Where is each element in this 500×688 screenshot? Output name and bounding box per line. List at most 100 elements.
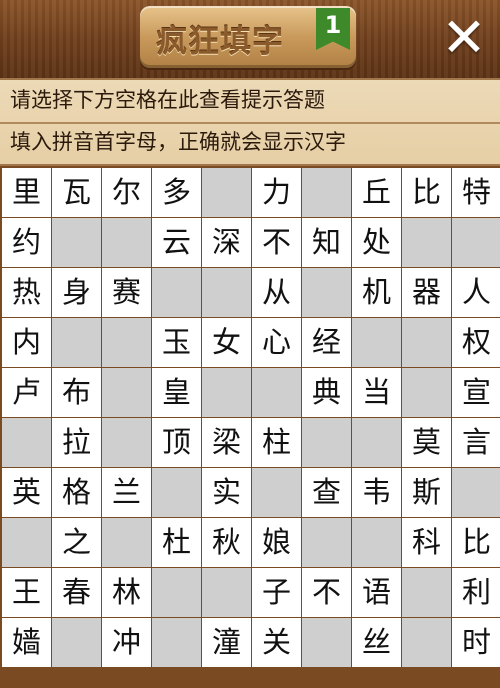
grid-cell-filled[interactable]: 心 xyxy=(252,318,301,367)
grid-cell-filled[interactable]: 卢 xyxy=(2,368,51,417)
grid-cell-filled[interactable]: 不 xyxy=(302,568,351,617)
grid-cell-filled[interactable]: 多 xyxy=(152,168,201,217)
grid-cell-filled[interactable]: 科 xyxy=(402,518,451,567)
grid-cell-filled[interactable]: 林 xyxy=(102,568,151,617)
grid-cell-filled[interactable]: 经 xyxy=(302,318,351,367)
grid-cell-blank[interactable] xyxy=(402,568,451,617)
grid-cell-filled[interactable]: 子 xyxy=(252,568,301,617)
grid-cell-filled[interactable]: 秋 xyxy=(202,518,251,567)
grid-cell-filled[interactable]: 潼 xyxy=(202,618,251,667)
grid-cell-blank[interactable] xyxy=(102,318,151,367)
grid-cell-blank[interactable] xyxy=(52,318,101,367)
grid-cell-filled[interactable]: 拉 xyxy=(52,418,101,467)
grid-cell-blank[interactable] xyxy=(302,618,351,667)
grid-cell-blank[interactable] xyxy=(102,518,151,567)
grid-cell-filled[interactable]: 言 xyxy=(452,418,500,467)
grid-cell-blank[interactable] xyxy=(302,518,351,567)
grid-cell-filled[interactable]: 格 xyxy=(52,468,101,517)
grid-cell-filled[interactable]: 典 xyxy=(302,368,351,417)
grid-cell-filled[interactable]: 里 xyxy=(2,168,51,217)
grid-cell-filled[interactable]: 丘 xyxy=(352,168,401,217)
grid-cell-filled[interactable]: 尔 xyxy=(102,168,151,217)
grid-cell-blank[interactable] xyxy=(152,618,201,667)
grid-cell-filled[interactable]: 约 xyxy=(2,218,51,267)
grid-cell-filled[interactable]: 不 xyxy=(252,218,301,267)
grid-cell-blank[interactable] xyxy=(202,268,251,317)
grid-cell-blank[interactable] xyxy=(302,168,351,217)
grid-cell-blank[interactable] xyxy=(52,218,101,267)
grid-cell-filled[interactable]: 赛 xyxy=(102,268,151,317)
grid-cell-blank[interactable] xyxy=(152,468,201,517)
grid-cell-filled[interactable]: 莫 xyxy=(402,418,451,467)
grid-cell-blank[interactable] xyxy=(302,268,351,317)
grid-cell-blank[interactable] xyxy=(402,218,451,267)
grid-cell-filled[interactable]: 力 xyxy=(252,168,301,217)
grid-cell-blank[interactable] xyxy=(302,418,351,467)
grid-cell-filled[interactable]: 丝 xyxy=(352,618,401,667)
grid-cell-filled[interactable]: 斯 xyxy=(402,468,451,517)
grid-cell-filled[interactable]: 韦 xyxy=(352,468,401,517)
grid-cell-blank[interactable] xyxy=(452,468,500,517)
grid-cell-blank[interactable] xyxy=(2,518,51,567)
grid-cell-filled[interactable]: 皇 xyxy=(152,368,201,417)
grid-cell-filled[interactable]: 兰 xyxy=(102,468,151,517)
grid-cell-blank[interactable] xyxy=(102,368,151,417)
grid-cell-filled[interactable]: 布 xyxy=(52,368,101,417)
grid-cell-filled[interactable]: 比 xyxy=(452,518,500,567)
grid-cell-filled[interactable]: 实 xyxy=(202,468,251,517)
grid-cell-filled[interactable]: 比 xyxy=(402,168,451,217)
grid-cell-filled[interactable]: 深 xyxy=(202,218,251,267)
grid-cell-blank[interactable] xyxy=(402,318,451,367)
grid-cell-filled[interactable]: 人 xyxy=(452,268,500,317)
grid-cell-filled[interactable]: 云 xyxy=(152,218,201,267)
grid-cell-filled[interactable]: 知 xyxy=(302,218,351,267)
grid-cell-blank[interactable] xyxy=(252,468,301,517)
close-button[interactable]: ✕ xyxy=(436,10,492,66)
grid-cell-filled[interactable]: 宣 xyxy=(452,368,500,417)
grid-cell-blank[interactable] xyxy=(152,268,201,317)
grid-cell-blank[interactable] xyxy=(102,418,151,467)
grid-cell-blank[interactable] xyxy=(152,568,201,617)
grid-cell-blank[interactable] xyxy=(252,368,301,417)
grid-cell-filled[interactable]: 机 xyxy=(352,268,401,317)
grid-cell-filled[interactable]: 冲 xyxy=(102,618,151,667)
grid-cell-filled[interactable]: 利 xyxy=(452,568,500,617)
grid-cell-filled[interactable]: 身 xyxy=(52,268,101,317)
grid-cell-filled[interactable]: 权 xyxy=(452,318,500,367)
grid-cell-filled[interactable]: 特 xyxy=(452,168,500,217)
grid-cell-filled[interactable]: 处 xyxy=(352,218,401,267)
grid-cell-filled[interactable]: 女 xyxy=(202,318,251,367)
grid-cell-filled[interactable]: 热 xyxy=(2,268,51,317)
grid-cell-filled[interactable]: 杜 xyxy=(152,518,201,567)
grid-cell-filled[interactable]: 娘 xyxy=(252,518,301,567)
grid-cell-blank[interactable] xyxy=(2,418,51,467)
grid-cell-filled[interactable]: 玉 xyxy=(152,318,201,367)
grid-cell-filled[interactable]: 之 xyxy=(52,518,101,567)
grid-cell-filled[interactable]: 柱 xyxy=(252,418,301,467)
grid-cell-filled[interactable]: 查 xyxy=(302,468,351,517)
grid-cell-blank[interactable] xyxy=(352,418,401,467)
grid-cell-filled[interactable]: 王 xyxy=(2,568,51,617)
grid-cell-blank[interactable] xyxy=(452,218,500,267)
grid-cell-filled[interactable]: 嫱 xyxy=(2,618,51,667)
grid-cell-blank[interactable] xyxy=(202,368,251,417)
grid-cell-blank[interactable] xyxy=(352,318,401,367)
grid-cell-filled[interactable]: 关 xyxy=(252,618,301,667)
grid-cell-blank[interactable] xyxy=(202,568,251,617)
grid-cell-blank[interactable] xyxy=(102,218,151,267)
grid-cell-filled[interactable]: 春 xyxy=(52,568,101,617)
grid-cell-filled[interactable]: 顶 xyxy=(152,418,201,467)
grid-cell-blank[interactable] xyxy=(202,168,251,217)
grid-cell-filled[interactable]: 当 xyxy=(352,368,401,417)
grid-cell-filled[interactable]: 英 xyxy=(2,468,51,517)
grid-cell-blank[interactable] xyxy=(352,518,401,567)
grid-cell-filled[interactable]: 梁 xyxy=(202,418,251,467)
grid-cell-filled[interactable]: 器 xyxy=(402,268,451,317)
grid-cell-blank[interactable] xyxy=(402,368,451,417)
grid-cell-filled[interactable]: 瓦 xyxy=(52,168,101,217)
grid-cell-filled[interactable]: 从 xyxy=(252,268,301,317)
grid-cell-filled[interactable]: 语 xyxy=(352,568,401,617)
grid-cell-blank[interactable] xyxy=(402,618,451,667)
grid-cell-filled[interactable]: 时 xyxy=(452,618,500,667)
grid-cell-blank[interactable] xyxy=(52,618,101,667)
